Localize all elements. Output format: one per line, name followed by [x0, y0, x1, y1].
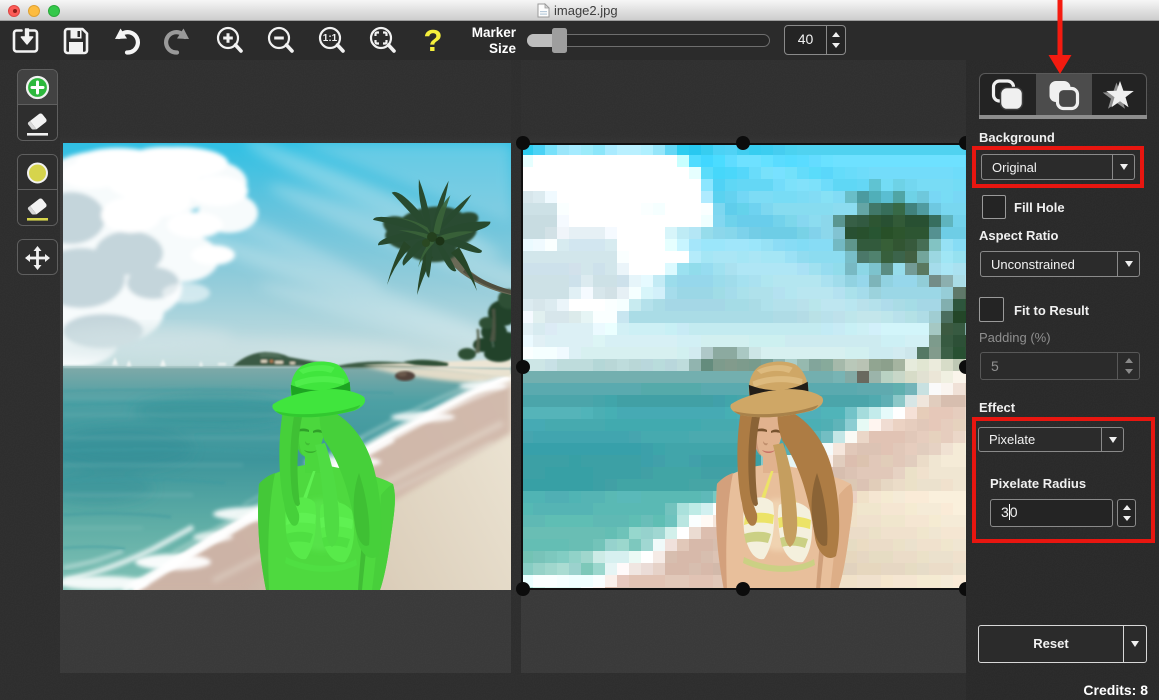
svg-text:1:1: 1:1 — [323, 33, 338, 44]
